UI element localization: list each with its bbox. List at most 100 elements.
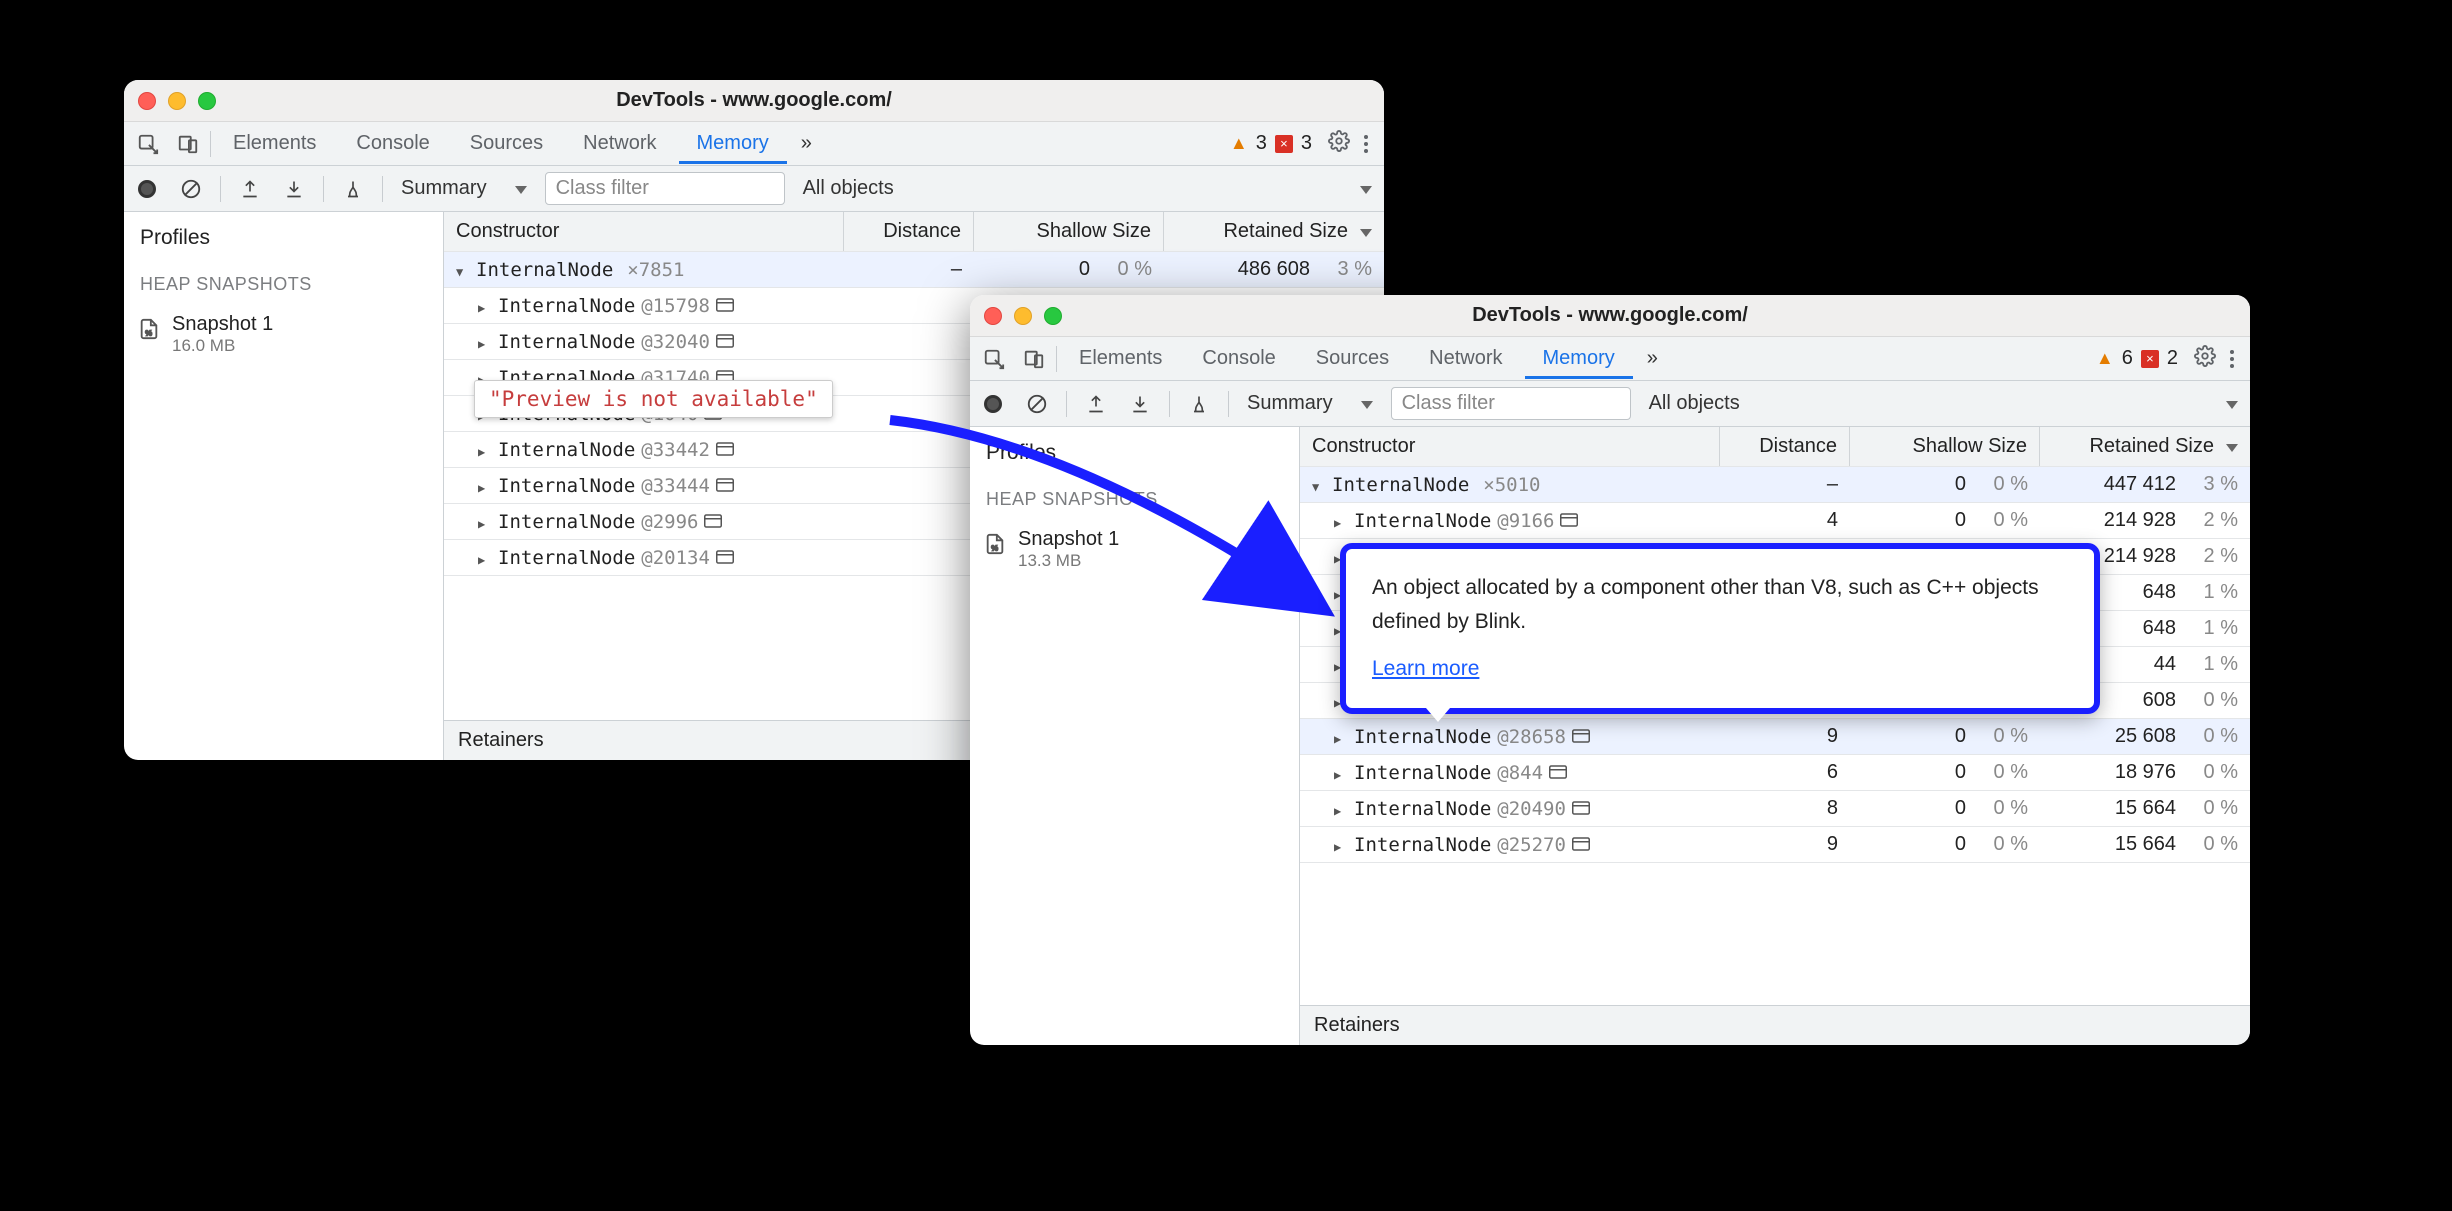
- constructor-row[interactable]: InternalNode ×7851 – 00 % 486 6083 %: [444, 252, 1384, 288]
- expand-icon[interactable]: [1312, 474, 1326, 496]
- record-button[interactable]: [978, 395, 1008, 413]
- close-dot-icon[interactable]: [138, 92, 156, 110]
- constructor-name: InternalNode: [498, 475, 635, 497]
- class-filter-input[interactable]: Class filter: [545, 172, 785, 205]
- element-icon: [1572, 798, 1590, 820]
- shallow-size: 00 %: [1850, 509, 2040, 532]
- tab-memory[interactable]: Memory: [679, 123, 787, 164]
- object-id: @28658: [1497, 726, 1566, 748]
- expand-icon[interactable]: [1334, 762, 1348, 784]
- tab-console[interactable]: Console: [338, 123, 447, 164]
- col-shallow[interactable]: Shallow Size: [1850, 427, 2040, 466]
- col-shallow[interactable]: Shallow Size: [974, 212, 1164, 251]
- clear-icon[interactable]: [176, 178, 206, 200]
- view-select-label: Summary: [401, 177, 487, 200]
- expand-icon[interactable]: [478, 547, 492, 569]
- inspect-icon[interactable]: [976, 348, 1012, 370]
- device-icon[interactable]: [1016, 348, 1052, 370]
- tab-elements[interactable]: Elements: [1061, 338, 1180, 379]
- snapshot-item[interactable]: % Snapshot 1 16.0 MB: [124, 305, 443, 364]
- expand-icon[interactable]: [478, 439, 492, 461]
- window-controls[interactable]: [984, 307, 1062, 325]
- gc-icon[interactable]: [1184, 393, 1214, 415]
- expand-icon[interactable]: [1334, 726, 1348, 748]
- constructor-name: InternalNode: [498, 295, 635, 317]
- minimize-dot-icon[interactable]: [1014, 307, 1032, 325]
- export-icon[interactable]: [235, 179, 265, 199]
- expand-icon[interactable]: [478, 511, 492, 533]
- objects-filter[interactable]: All objects: [1645, 392, 2242, 415]
- minimize-dot-icon[interactable]: [168, 92, 186, 110]
- instance-row[interactable]: InternalNode @9166 4 00 % 214 9282 %: [1300, 503, 2250, 539]
- retained-size: 25 6080 %: [2040, 725, 2250, 748]
- tab-elements[interactable]: Elements: [215, 123, 334, 164]
- tab-console[interactable]: Console: [1184, 338, 1293, 379]
- zoom-dot-icon[interactable]: [198, 92, 216, 110]
- record-button[interactable]: [132, 180, 162, 198]
- class-filter-input[interactable]: Class filter: [1391, 387, 1631, 420]
- expand-icon[interactable]: [1334, 798, 1348, 820]
- clear-icon[interactable]: [1022, 393, 1052, 415]
- instance-row[interactable]: InternalNode @25270 9 00 % 15 6640 %: [1300, 827, 2250, 863]
- devtools-tabs: Elements Console Sources Network Memory …: [124, 122, 1384, 166]
- col-constructor[interactable]: Constructor: [1300, 427, 1720, 466]
- settings-icon[interactable]: [1328, 130, 1350, 158]
- import-icon[interactable]: [279, 179, 309, 199]
- object-id: @32040: [641, 331, 710, 353]
- kebab-menu-icon[interactable]: [2220, 350, 2244, 368]
- col-retained[interactable]: Retained Size: [1164, 212, 1384, 251]
- tab-network[interactable]: Network: [1411, 338, 1520, 379]
- expand-icon[interactable]: [456, 259, 470, 281]
- heap-grid: Constructor Distance Shallow Size Retain…: [1300, 427, 2250, 1045]
- zoom-dot-icon[interactable]: [1044, 307, 1062, 325]
- tab-network[interactable]: Network: [565, 123, 674, 164]
- expand-icon[interactable]: [478, 475, 492, 497]
- learn-more-link[interactable]: Learn more: [1372, 657, 1479, 680]
- device-icon[interactable]: [170, 133, 206, 155]
- distance-value: 8: [1720, 797, 1850, 820]
- instance-row[interactable]: InternalNode @844 6 00 % 18 9760 %: [1300, 755, 2250, 791]
- close-dot-icon[interactable]: [984, 307, 1002, 325]
- constructor-row[interactable]: InternalNode ×5010 – 00 % 447 4123 %: [1300, 467, 2250, 503]
- kebab-menu-icon[interactable]: [1354, 135, 1378, 153]
- sort-icon: [2226, 435, 2238, 458]
- gc-icon[interactable]: [338, 178, 368, 200]
- tab-memory[interactable]: Memory: [1525, 338, 1633, 379]
- col-distance[interactable]: Distance: [844, 212, 974, 251]
- divider: [382, 176, 383, 202]
- retainers-panel[interactable]: Retainers: [1300, 1005, 2250, 1045]
- issues-summary[interactable]: ▲ 3 × 3: [1230, 132, 1312, 155]
- chevron-down-icon: [1361, 392, 1373, 415]
- titlebar: DevTools - www.google.com/: [124, 80, 1384, 122]
- element-icon: [716, 475, 734, 497]
- col-distance[interactable]: Distance: [1720, 427, 1850, 466]
- settings-icon[interactable]: [2194, 345, 2216, 373]
- export-icon[interactable]: [1081, 394, 1111, 414]
- sidebar-title: Profiles: [970, 427, 1299, 479]
- expand-icon[interactable]: [478, 295, 492, 317]
- window-title: DevTools - www.google.com/: [124, 89, 1384, 112]
- instance-row[interactable]: InternalNode @28658 9 00 % 25 6080 %: [1300, 719, 2250, 755]
- col-retained[interactable]: Retained Size: [2040, 427, 2250, 466]
- more-tabs-icon[interactable]: »: [1637, 347, 1668, 370]
- expand-icon[interactable]: [1334, 834, 1348, 856]
- tab-sources[interactable]: Sources: [1298, 338, 1407, 379]
- col-constructor[interactable]: Constructor: [444, 212, 844, 251]
- view-select[interactable]: Summary: [1243, 392, 1377, 415]
- tab-sources[interactable]: Sources: [452, 123, 561, 164]
- retained-size: 18 9760 %: [2040, 761, 2250, 784]
- warning-count: 6: [2122, 347, 2133, 370]
- constructor-name: InternalNode: [498, 511, 635, 533]
- more-tabs-icon[interactable]: »: [791, 132, 822, 155]
- issues-summary[interactable]: ▲ 6 × 2: [2096, 347, 2178, 370]
- snapshot-item[interactable]: % Snapshot 1 13.3 MB: [970, 520, 1299, 579]
- instance-count: ×5010: [1483, 474, 1540, 496]
- expand-icon[interactable]: [1334, 510, 1348, 532]
- view-select[interactable]: Summary: [397, 177, 531, 200]
- inspect-icon[interactable]: [130, 133, 166, 155]
- import-icon[interactable]: [1125, 394, 1155, 414]
- window-controls[interactable]: [138, 92, 216, 110]
- expand-icon[interactable]: [478, 331, 492, 353]
- instance-row[interactable]: InternalNode @20490 8 00 % 15 6640 %: [1300, 791, 2250, 827]
- objects-filter[interactable]: All objects: [799, 177, 1376, 200]
